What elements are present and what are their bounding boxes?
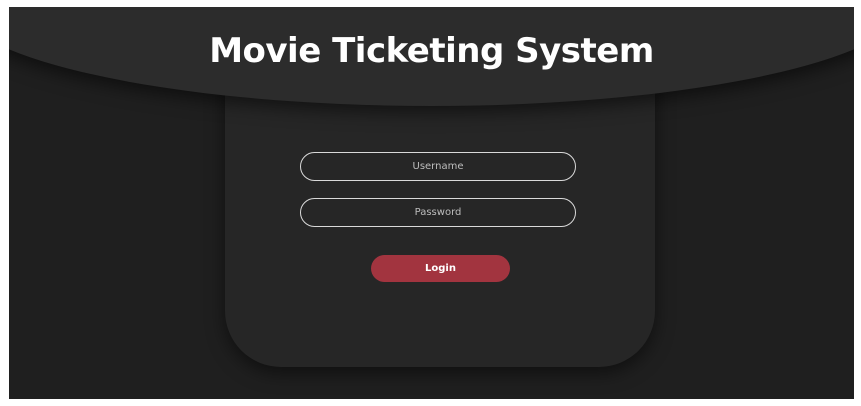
page-title: Movie Ticketing System [209,31,654,71]
login-button[interactable]: Login [371,255,510,282]
password-input[interactable] [300,198,576,227]
login-card: Login [225,67,655,367]
app-window: Movie Ticketing System Login [9,7,854,399]
username-input[interactable] [300,152,576,181]
